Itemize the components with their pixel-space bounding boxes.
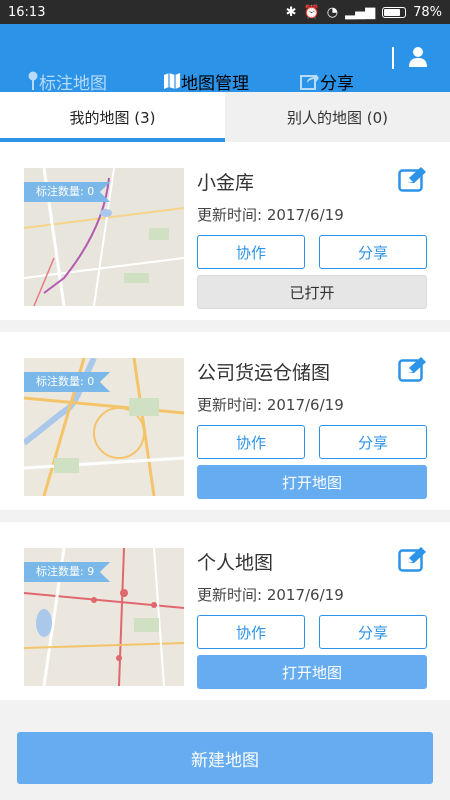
alarm-icon: ⏰ bbox=[303, 4, 320, 20]
map-thumbnail[interactable]: 标注数量: 0 bbox=[24, 358, 184, 496]
edit-map-button[interactable] bbox=[398, 166, 428, 196]
edit-icon bbox=[398, 547, 426, 572]
share-map-button[interactable]: 分享 bbox=[319, 615, 427, 649]
map-name: 公司货运仓储图 bbox=[197, 362, 331, 384]
status-time: 16:13 bbox=[8, 4, 46, 20]
tab-others-maps-label: 别人的地图 (0) bbox=[286, 108, 389, 127]
map-tabs: 我的地图 (3) 别人的地图 (0) bbox=[0, 92, 450, 142]
map-name: 小金库 bbox=[197, 172, 255, 194]
map-updated-time: 更新时间: 2017/6/19 bbox=[197, 206, 344, 224]
nav-share-label: 分享 bbox=[320, 73, 354, 94]
status-icons: ✱ ⏰ ◔ ▂▄▆ 78% bbox=[286, 5, 442, 20]
nav-mark-label: 标注地图 bbox=[39, 73, 107, 94]
tab-my-maps[interactable]: 我的地图 (3) bbox=[0, 92, 225, 142]
nav-divider bbox=[392, 47, 394, 69]
map-card: 标注数量: 0 小金库 更新时间: 2017/6/19 协作 分享 已打开 bbox=[0, 142, 450, 320]
wifi-icon: ◔ bbox=[326, 4, 339, 20]
map-thumbnail[interactable]: 标注数量: 9 bbox=[24, 548, 184, 686]
edit-icon bbox=[398, 357, 426, 382]
user-profile-button[interactable] bbox=[408, 46, 428, 72]
collaborate-button[interactable]: 协作 bbox=[197, 235, 305, 269]
collaborate-button[interactable]: 协作 bbox=[197, 615, 305, 649]
bluetooth-icon: ✱ bbox=[285, 4, 297, 20]
top-navigation-bar: 标注地图 地图管理 分享 bbox=[0, 24, 450, 94]
tab-my-maps-label: 我的地图 (3) bbox=[69, 108, 156, 127]
collaborate-button[interactable]: 协作 bbox=[197, 425, 305, 459]
share-icon bbox=[300, 74, 319, 90]
map-updated-time: 更新时间: 2017/6/19 bbox=[197, 396, 344, 414]
map-icon bbox=[164, 73, 180, 89]
open-map-button[interactable]: 打开地图 bbox=[197, 655, 427, 689]
share-map-button[interactable]: 分享 bbox=[319, 425, 427, 459]
edit-map-button[interactable] bbox=[398, 356, 428, 386]
marker-count-badge: 标注数量: 0 bbox=[24, 372, 111, 392]
marker-count-badge: 标注数量: 0 bbox=[24, 182, 111, 202]
edit-map-button[interactable] bbox=[398, 546, 428, 576]
pin-icon bbox=[28, 71, 38, 90]
new-map-button[interactable]: 新建地图 bbox=[17, 732, 433, 784]
opened-map-button[interactable]: 已打开 bbox=[197, 275, 427, 309]
marker-count-badge: 标注数量: 9 bbox=[24, 562, 111, 582]
map-card: 标注数量: 9 个人地图 更新时间: 2017/6/19 协作 分享 打开地图 bbox=[0, 522, 450, 700]
map-name: 个人地图 bbox=[197, 552, 274, 574]
map-card: 标注数量: 0 公司货运仓储图 更新时间: 2017/6/19 协作 分享 打开… bbox=[0, 332, 450, 510]
status-bar: 16:13 ✱ ⏰ ◔ ▂▄▆ 78% bbox=[0, 0, 450, 24]
map-thumbnail[interactable]: 标注数量: 0 bbox=[24, 168, 184, 306]
open-map-button[interactable]: 打开地图 bbox=[197, 465, 427, 499]
tab-others-maps[interactable]: 别人的地图 (0) bbox=[225, 92, 450, 142]
battery-percent: 78% bbox=[413, 4, 442, 20]
nav-manage-label: 地图管理 bbox=[181, 73, 249, 94]
battery-icon bbox=[382, 6, 407, 18]
user-icon bbox=[409, 47, 427, 67]
signal-icon: ▂▄▆ bbox=[345, 4, 376, 20]
edit-icon bbox=[398, 167, 426, 192]
map-updated-time: 更新时间: 2017/6/19 bbox=[197, 586, 344, 604]
share-map-button[interactable]: 分享 bbox=[319, 235, 427, 269]
